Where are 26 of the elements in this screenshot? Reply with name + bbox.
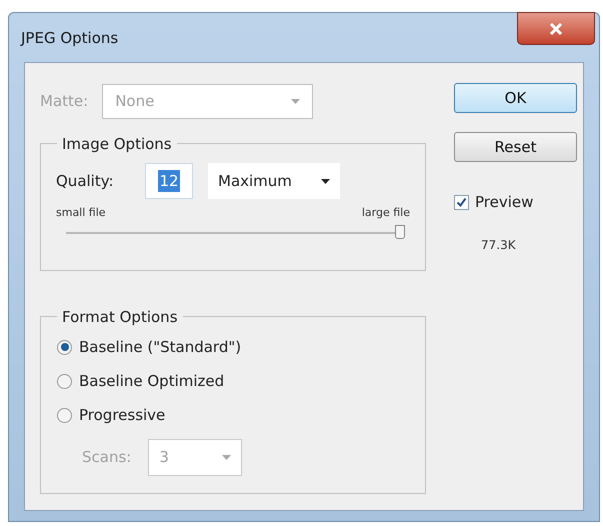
radio-button[interactable] [57,340,72,354]
preview-checkbox[interactable] [454,194,469,210]
radio-button[interactable] [57,374,72,388]
quality-label: Quality: [56,170,115,192]
radio-label: Baseline ("Standard") [79,336,242,358]
radio-label: Progressive [79,404,166,426]
close-button[interactable] [517,12,595,45]
scans-label: Scans: [82,447,132,468]
caret-icon [321,178,330,184]
preview-label: Preview [475,192,534,213]
quality-field[interactable]: 12 [145,163,193,199]
dropdown-arrow-icon [222,455,232,460]
reset-button[interactable]: Reset [454,132,577,162]
quality-dropdown[interactable]: Maximum [208,163,340,199]
file-size: 77.3K [481,236,517,254]
radio-label: Baseline Optimized [79,370,224,392]
check-icon [456,196,467,208]
matte-label: Matte: [40,90,88,112]
small-file-label: small file [56,205,106,221]
ok-button[interactable]: OK [454,83,577,113]
large-file-label: large file [362,205,410,221]
close-icon [549,22,563,34]
radio-button[interactable] [57,408,72,422]
slider-thumb[interactable] [395,224,405,238]
dropdown-arrow-icon [291,98,300,104]
window-title: JPEG Options [21,28,118,49]
